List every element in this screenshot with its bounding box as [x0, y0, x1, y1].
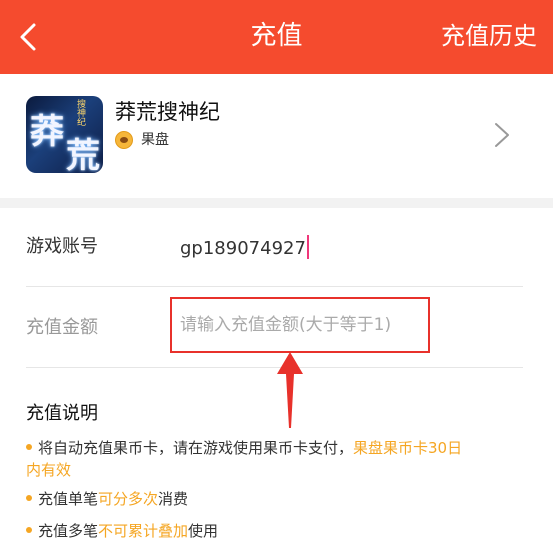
note-text: 将自动充值果币卡，请在游戏使用果币卡支付， [38, 439, 354, 457]
note-highlight: 可分多次 [98, 490, 159, 508]
account-value-text: gp189074927 [180, 238, 306, 259]
annotation-arrow-icon [277, 352, 303, 428]
divider [26, 286, 523, 287]
note-item: 充值多笔不可累计叠加使用 [26, 520, 218, 542]
section-divider [0, 198, 553, 208]
note-item: 将自动充值果币卡，请在游戏使用果币卡支付，果盘果币卡30日内有效 [26, 437, 526, 481]
bullet-icon [26, 527, 32, 533]
divider [26, 367, 523, 368]
platform-logo-icon [115, 131, 133, 149]
amount-label: 充值金额 [26, 317, 98, 338]
account-label: 游戏账号 [26, 236, 98, 257]
header-bar: 充值 充值历史 [0, 0, 553, 74]
bullet-icon [26, 495, 32, 501]
note-text: 消费 [158, 490, 189, 508]
game-icon-tag: 搜神纪 [75, 99, 85, 126]
account-value[interactable]: gp189074927 [180, 235, 309, 261]
chevron-right-icon[interactable] [488, 121, 516, 149]
note-text: 充值单笔 [38, 490, 99, 508]
note-highlight: 果盘果币卡30日 [353, 439, 463, 457]
recharge-history-button[interactable]: 充值历史 [441, 19, 537, 53]
platform-name: 果盘 [141, 132, 169, 148]
amount-input[interactable] [170, 297, 430, 353]
note-item: 充值单笔可分多次消费 [26, 488, 188, 510]
note-highlight: 内有效 [26, 461, 72, 479]
game-icon: 莽 荒 搜神纪 [26, 96, 103, 173]
notes-title: 充值说明 [26, 403, 98, 424]
text-caret [306, 235, 309, 259]
game-icon-glyph: 荒 [66, 136, 100, 173]
note-text: 使用 [188, 522, 219, 540]
note-text: 充值多笔 [38, 522, 99, 540]
game-icon-glyph: 莽 [30, 112, 64, 152]
bullet-icon [26, 444, 32, 450]
game-name: 莽荒搜神纪 [115, 100, 220, 124]
note-highlight: 不可累计叠加 [98, 522, 189, 540]
game-info-row[interactable]: 莽 荒 搜神纪 莽荒搜神纪 [0, 74, 553, 198]
